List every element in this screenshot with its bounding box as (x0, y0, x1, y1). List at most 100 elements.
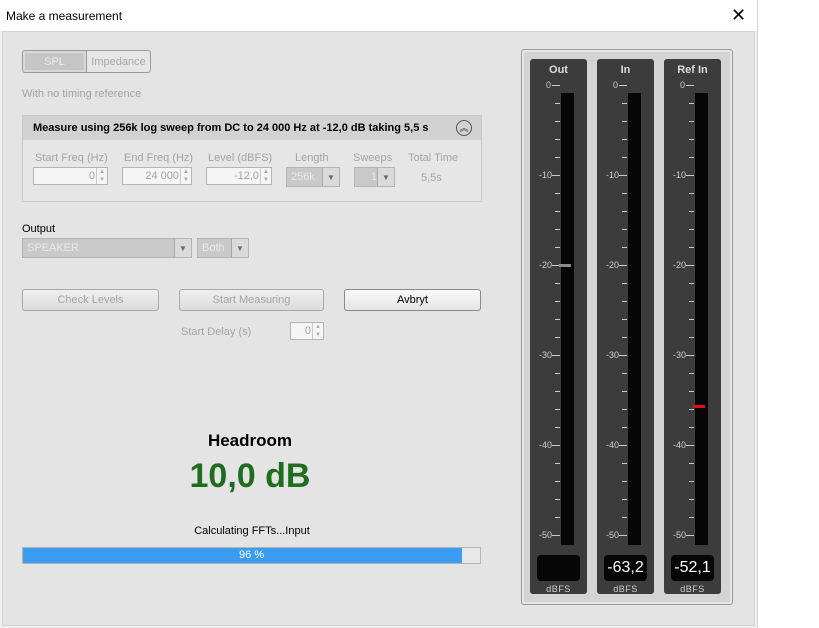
minor-tick (689, 247, 694, 248)
minor-tick (555, 373, 560, 374)
minor-tick (555, 283, 560, 284)
minor-tick (622, 211, 627, 212)
scale-label: -20 (606, 260, 620, 270)
minor-tick (622, 157, 627, 158)
scale-label: -40 (673, 440, 687, 450)
spinner-arrows-icon[interactable]: ▲ ▼ (312, 323, 323, 339)
meter-readout (537, 555, 580, 581)
minor-tick (622, 463, 627, 464)
major-tick (619, 535, 627, 536)
major-tick (552, 445, 560, 446)
minor-tick (689, 283, 694, 284)
major-tick (552, 355, 560, 356)
length-label: Length (295, 152, 329, 164)
meter-bar (561, 93, 574, 545)
level-input[interactable]: -12,0 ▲ ▼ (206, 167, 272, 185)
scale-label: -10 (539, 170, 553, 180)
scale-label: 0 (680, 80, 686, 90)
minor-tick (689, 193, 694, 194)
minor-tick (689, 103, 694, 104)
minor-tick (555, 247, 560, 248)
major-tick (552, 175, 560, 176)
minor-tick (555, 337, 560, 338)
start-freq-input[interactable]: 0 ▲ ▼ (33, 167, 108, 185)
check-levels-button[interactable]: Check Levels (22, 289, 159, 311)
meter-in: In 0 -10 -20 -30 -40 -50 -63,2 dBFS (597, 59, 654, 594)
output-device-select[interactable]: SPEAKER ▼ (22, 238, 192, 258)
minor-tick (622, 103, 627, 104)
meter-unit: dBFS (613, 584, 638, 594)
minor-tick (555, 193, 560, 194)
chevron-down-icon[interactable]: ▼ (174, 239, 191, 257)
minor-tick (555, 229, 560, 230)
sweep-settings-header[interactable]: Measure using 256k log sweep from DC to … (23, 116, 481, 140)
status-text: Calculating FFTs...Input (194, 525, 310, 537)
sweeps-select[interactable]: 1 ▼ (354, 167, 395, 187)
minor-tick (555, 157, 560, 158)
chevron-down-icon[interactable]: ▼ (322, 168, 339, 186)
minor-tick (689, 409, 694, 410)
chevron-down-icon[interactable]: ▼ (231, 239, 248, 257)
meter-ref-in: Ref In 0 -10 -20 -30 -40 -50 -52,1 dBFS (664, 59, 721, 594)
start-delay-label: Start Delay (s) (181, 326, 252, 338)
minor-tick (622, 409, 627, 410)
meter-unit: dBFS (680, 584, 705, 594)
meter-unit: dBFS (546, 584, 571, 594)
major-tick (686, 535, 694, 536)
scale-label: -50 (539, 530, 553, 540)
minor-tick (689, 427, 694, 428)
chevrons-up-icon[interactable]: ︽ (456, 120, 472, 136)
scale-label: -30 (539, 350, 553, 360)
minor-tick (622, 391, 627, 392)
level-label: Level (dBFS) (208, 152, 273, 164)
major-tick (686, 265, 694, 266)
peak-marker (559, 264, 571, 267)
minor-tick (622, 427, 627, 428)
major-tick (619, 265, 627, 266)
minor-tick (689, 301, 694, 302)
scale-label: -20 (673, 260, 687, 270)
major-tick (686, 355, 694, 356)
scale-label: -10 (673, 170, 687, 180)
minor-tick (622, 121, 627, 122)
length-select[interactable]: 256k ▼ (286, 167, 340, 187)
mode-impedance-button[interactable]: Impedance (87, 51, 150, 72)
peak-marker (693, 405, 705, 409)
minor-tick (622, 301, 627, 302)
start-delay-input[interactable]: 0 ▲ ▼ (290, 322, 324, 340)
minor-tick (622, 193, 627, 194)
minor-tick (555, 211, 560, 212)
spinner-arrows-icon[interactable]: ▲ ▼ (180, 168, 191, 184)
spinner-arrows-icon[interactable]: ▲ ▼ (260, 168, 271, 184)
scale-label: -30 (606, 350, 620, 360)
meter-name: Out (549, 64, 568, 76)
minor-tick (555, 427, 560, 428)
minor-tick (555, 319, 560, 320)
abort-button[interactable]: Avbryt (344, 289, 481, 311)
minor-tick (555, 517, 560, 518)
minor-tick (555, 481, 560, 482)
mode-spl-button[interactable]: SPL (23, 51, 87, 72)
start-measuring-button[interactable]: Start Measuring (179, 289, 324, 311)
end-freq-input[interactable]: 24 000 ▲ ▼ (122, 167, 192, 185)
spinner-arrows-icon[interactable]: ▲ ▼ (96, 168, 107, 184)
total-time-label: Total Time (408, 152, 459, 164)
close-icon[interactable]: ✕ (720, 0, 757, 31)
minor-tick (555, 391, 560, 392)
scale-label: -20 (539, 260, 553, 270)
scale-label: -50 (673, 530, 687, 540)
minor-tick (622, 517, 627, 518)
meter-out: Out 0 -10 -20 -30 -40 -50 dBFS (530, 59, 587, 594)
output-channel-select[interactable]: Both ▼ (197, 238, 249, 258)
meter-readout: -52,1 (671, 555, 714, 581)
minor-tick (689, 373, 694, 374)
minor-tick (555, 499, 560, 500)
timing-note: With no timing reference (22, 88, 142, 100)
chevron-down-icon[interactable]: ▼ (377, 168, 394, 186)
minor-tick (689, 139, 694, 140)
minor-tick (555, 463, 560, 464)
major-tick (619, 355, 627, 356)
minor-tick (689, 499, 694, 500)
title-bar: Make a measurement ✕ (0, 0, 757, 32)
meter-bar (695, 93, 708, 545)
